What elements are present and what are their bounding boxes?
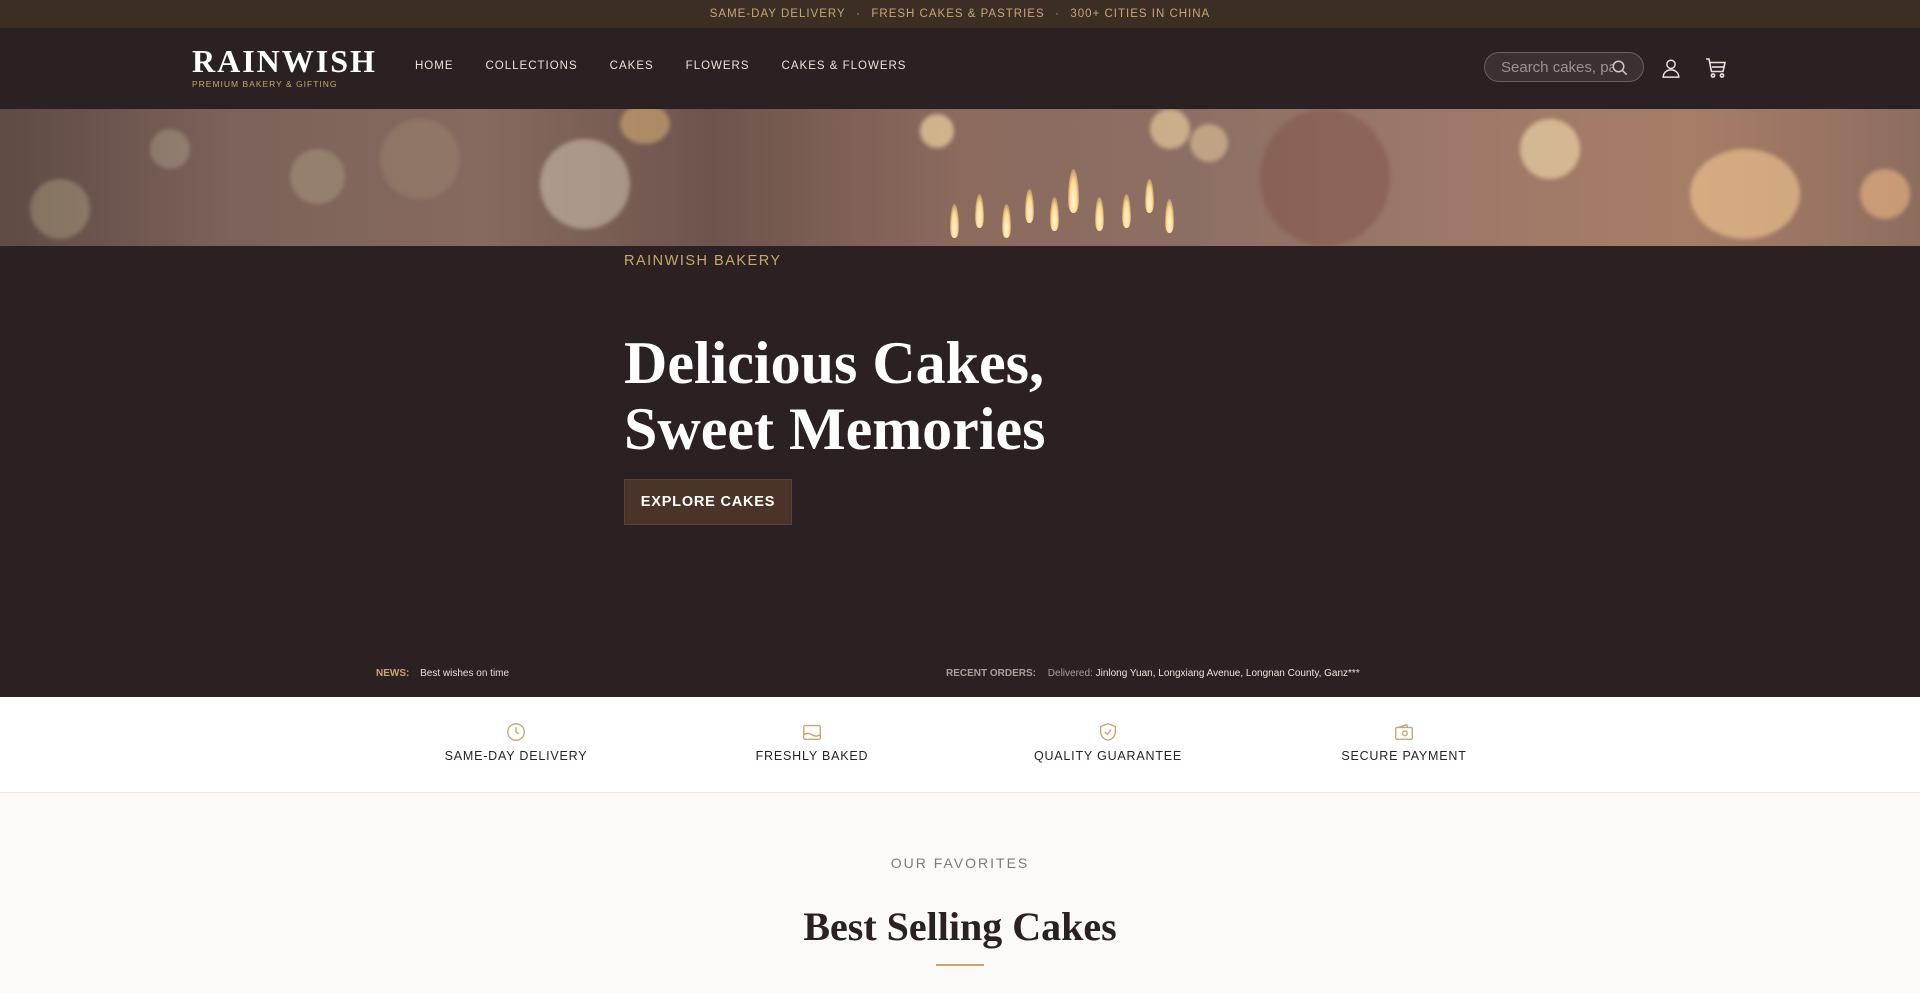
logo-name: RAINWISH <box>192 43 377 79</box>
wallet-icon <box>1395 723 1413 741</box>
recent-orders-prefix: Delivered: <box>1047 668 1093 679</box>
hero-section: RAINWISH BAKERY Delicious Cakes, Sweet M… <box>0 246 1920 697</box>
feature-label: SECURE PAYMENT <box>1341 749 1467 763</box>
announcement-item-fresh: FRESH CAKES & PASTRIES <box>871 8 1045 20</box>
user-icon[interactable] <box>1660 57 1682 79</box>
announcement-item-delivery: SAME-DAY DELIVERY <box>709 8 846 20</box>
nav-home[interactable]: HOME <box>415 59 454 73</box>
favorites-section: OUR FAVORITES Best Selling Cakes <box>0 793 1920 993</box>
announcement-item-cities: 300+ CITIES IN CHINA <box>1070 8 1211 20</box>
search-icon[interactable] <box>1611 59 1629 77</box>
nav-cakes-and-flowers[interactable]: CAKES & FLOWERS <box>782 59 907 73</box>
shield-check-icon <box>1099 723 1117 741</box>
logo-tagline: PREMIUM BAKERY & GIFTING <box>192 79 338 89</box>
clock-icon <box>507 723 525 741</box>
feature-secure-payment: SECURE PAYMENT <box>1284 721 1524 763</box>
search-input[interactable] <box>1501 59 1613 76</box>
announcement-bar: SAME-DAY DELIVERY · FRESH CAKES & PASTRI… <box>0 0 1920 28</box>
feature-same-day-delivery: SAME-DAY DELIVERY <box>396 721 636 763</box>
nav-cakes[interactable]: CAKES <box>610 59 654 73</box>
explore-cakes-button[interactable]: EXPLORE CAKES <box>624 479 792 525</box>
features-strip: SAME-DAY DELIVERY FRESHLY BAKED QUALITY … <box>0 697 1920 793</box>
hero-photo-birthday-candles <box>0 109 1920 246</box>
hero-title: Delicious Cakes, Sweet Memories <box>624 330 1045 462</box>
title-divider <box>936 964 984 966</box>
site-header: RAINWISH PREMIUM BAKERY & GIFTING HOME C… <box>0 28 1920 109</box>
news-text: Best wishes on time <box>420 668 510 679</box>
feature-label: QUALITY GUARANTEE <box>1033 749 1183 763</box>
cart-icon[interactable] <box>1704 56 1728 80</box>
feature-quality-guarantee: QUALITY GUARANTEE <box>988 721 1228 763</box>
news-label: NEWS: <box>376 668 410 679</box>
recent-orders-text: Jinlong Yuan, Longxiang Avenue, Longnan … <box>1095 668 1360 679</box>
nav-collections[interactable]: COLLECTIONS <box>486 59 578 73</box>
hero-title-line-1: Delicious Cakes, <box>624 330 1044 396</box>
announcement-separator: · <box>1055 8 1060 20</box>
nav-flowers[interactable]: FLOWERS <box>686 59 750 73</box>
hero-title-line-2: Sweet Memories <box>624 396 1046 462</box>
feature-label: FRESHLY BAKED <box>755 749 869 763</box>
hero-eyebrow: RAINWISH BAKERY <box>624 253 782 269</box>
tray-icon <box>803 724 821 741</box>
main-nav: HOME COLLECTIONS CAKES FLOWERS CAKES & F… <box>415 59 938 73</box>
favorites-title: Best Selling Cakes <box>803 904 1117 949</box>
feature-freshly-baked: FRESHLY BAKED <box>692 721 932 763</box>
recent-orders-label: RECENT ORDERS: <box>946 668 1037 679</box>
news-ticker: NEWS: Best wishes on time <box>376 668 509 680</box>
favorites-eyebrow: OUR FAVORITES <box>890 855 1030 871</box>
recent-orders-ticker: RECENT ORDERS: Delivered: Jinlong Yuan, … <box>946 668 1360 680</box>
search-box[interactable] <box>1484 52 1644 82</box>
logo[interactable]: RAINWISH PREMIUM BAKERY & GIFTING <box>192 43 377 89</box>
announcement-separator: · <box>856 8 861 20</box>
feature-label: SAME-DAY DELIVERY <box>444 749 588 763</box>
